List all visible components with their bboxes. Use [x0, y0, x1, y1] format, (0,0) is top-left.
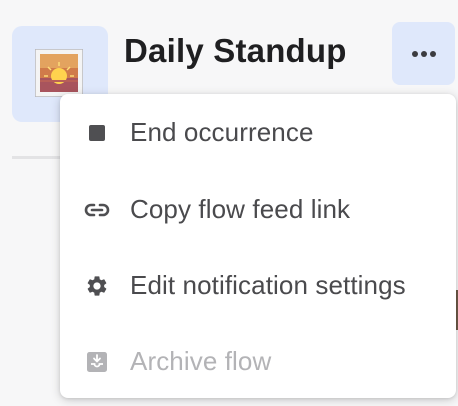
menu-item-copy-flow-feed-link[interactable]: Copy flow feed link [60, 179, 456, 239]
flow-page: Daily Standup End occurrence Copy flow f… [0, 0, 458, 406]
more-options-button[interactable] [392, 22, 455, 85]
sunset-image-icon [34, 48, 84, 98]
stop-square-icon [84, 120, 110, 146]
archive-tray-icon [84, 349, 110, 375]
menu-item-archive-flow: Archive flow [60, 331, 456, 391]
menu-item-label: Archive flow [130, 346, 272, 376]
menu-item-label: Copy flow feed link [130, 194, 351, 224]
menu-item-label: End occurrence [130, 117, 314, 147]
page-title: Daily Standup [124, 32, 347, 69]
menu-item-edit-notification-settings[interactable]: Edit notification settings [60, 255, 456, 315]
flow-options-menu: End occurrence Copy flow feed link Edit … [60, 94, 456, 398]
more-horizontal-icon [411, 45, 437, 63]
gear-icon [84, 273, 110, 299]
link-icon [84, 197, 110, 223]
menu-item-label: Edit notification settings [130, 270, 406, 300]
menu-item-end-occurrence[interactable]: End occurrence [60, 102, 456, 162]
